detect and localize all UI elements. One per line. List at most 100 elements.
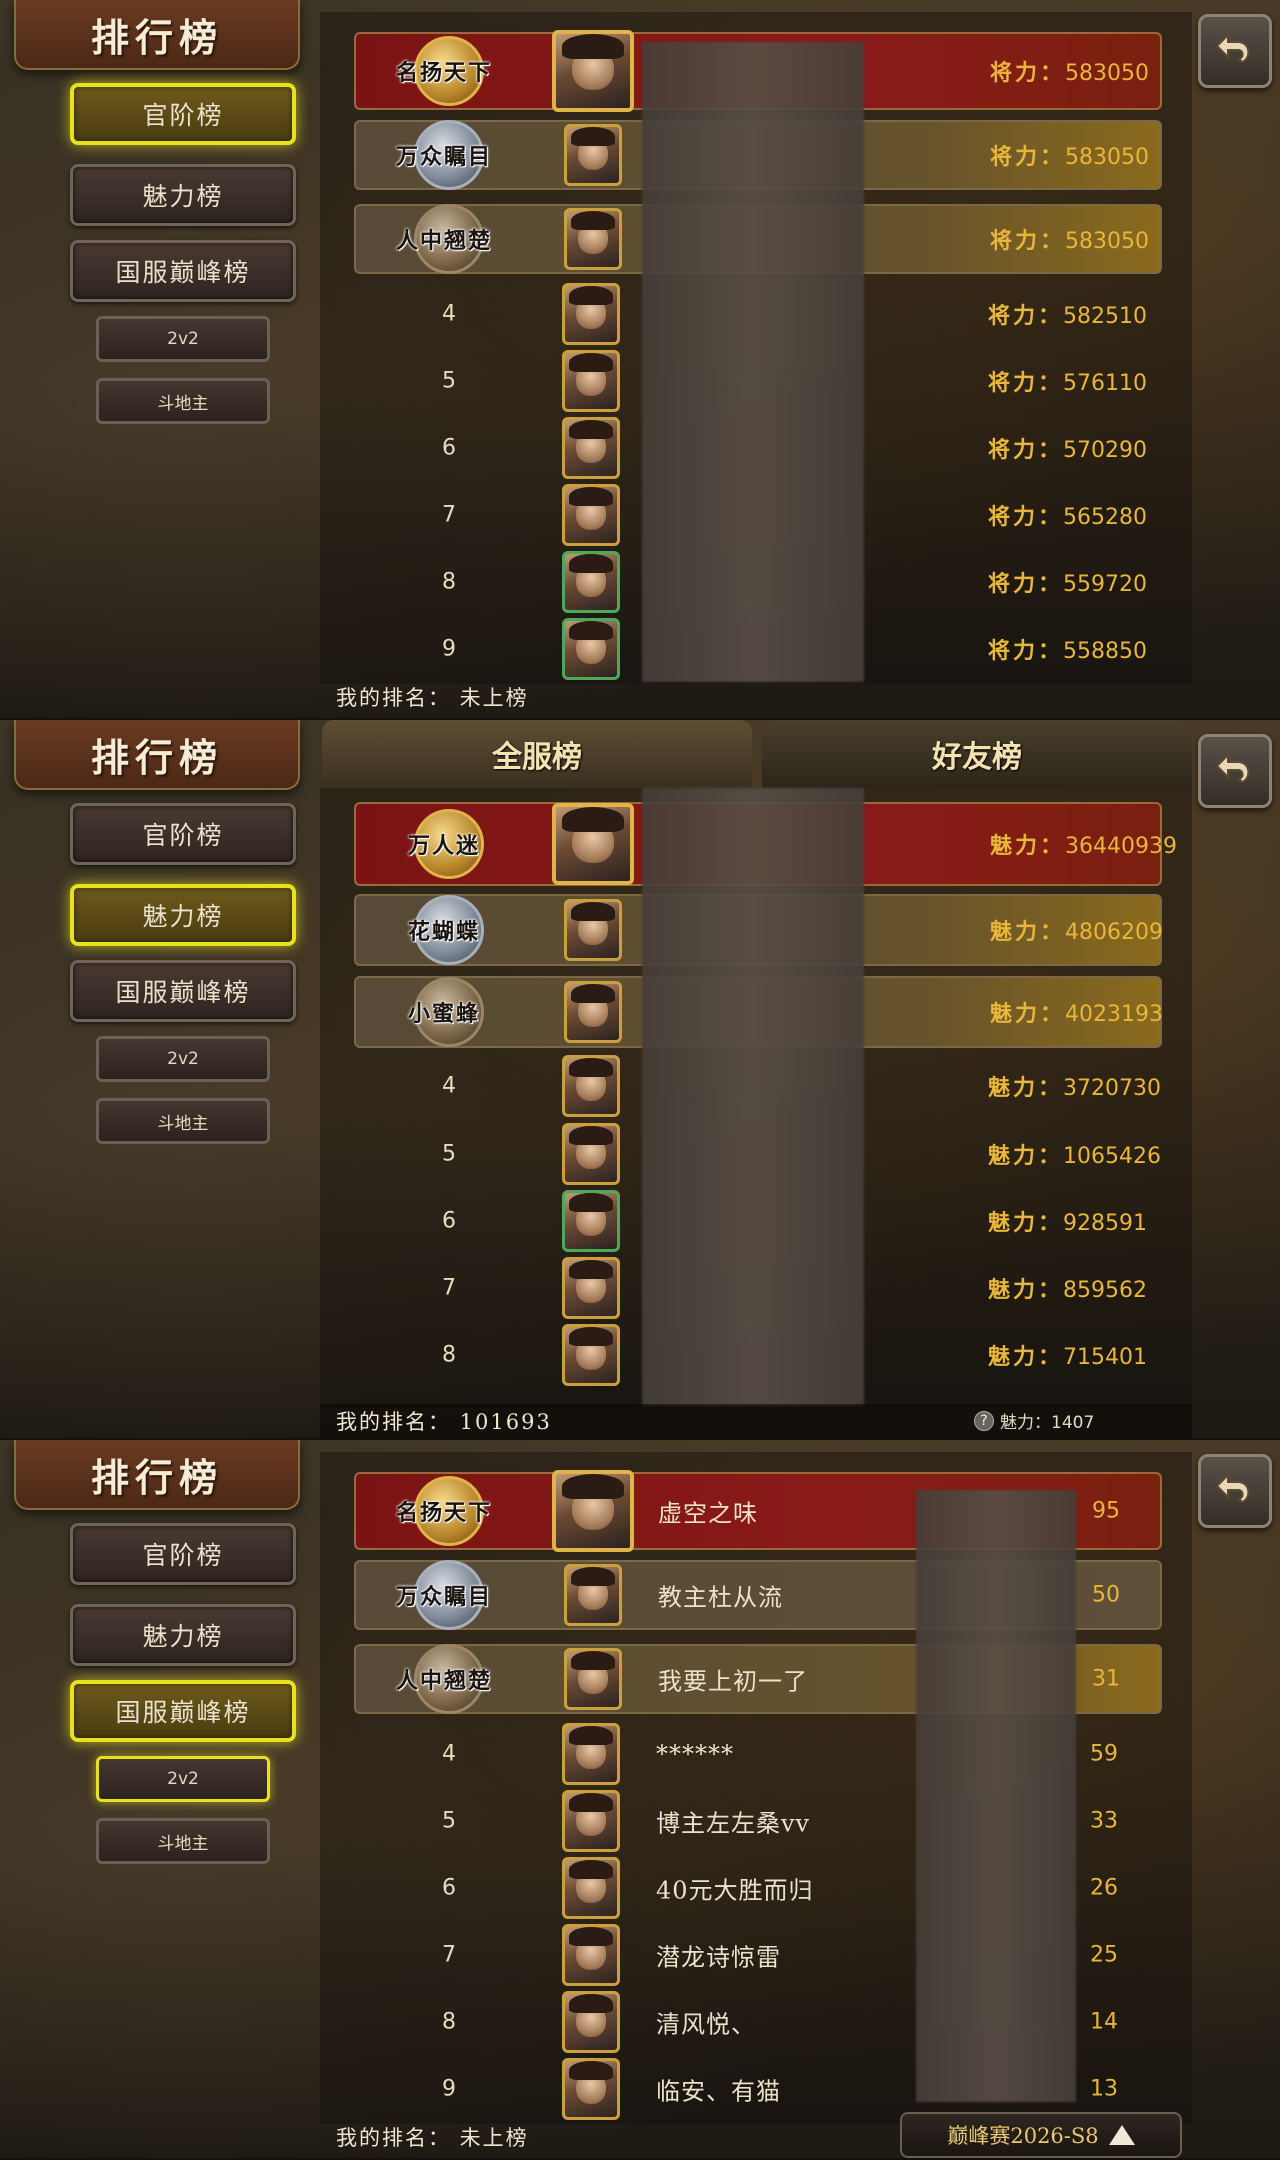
leaderboard-title: 排行榜 [90, 734, 223, 780]
player-avatar[interactable] [562, 1324, 620, 1386]
player-avatar[interactable] [564, 899, 622, 961]
back-button[interactable] [1198, 734, 1272, 808]
sub-2v2-button[interactable]: 2v2 [96, 1756, 270, 1802]
player-avatar[interactable] [562, 618, 620, 680]
rank-list: 名扬天下 虚空之味 95 万众瞩目 教主杜从流 50 人中翘楚 我要上初一了 3… [320, 1452, 1192, 2124]
tab-server[interactable]: 全服榜 [322, 720, 752, 788]
player-avatar[interactable] [562, 2058, 620, 2120]
menu-peak-button[interactable]: 国服巅峰榜 [70, 960, 296, 1022]
sub-2v2-button[interactable]: 2v2 [96, 316, 270, 362]
rank-list: 名扬天下 将力：583050 万众瞩目 将力：583050 人中翘楚 将力：58… [320, 12, 1192, 684]
back-arrow-icon [1215, 752, 1250, 784]
third-place-medal: 人中翘楚 [370, 1644, 518, 1714]
menu-official-button[interactable]: 官阶榜 [70, 803, 296, 865]
menu-charm-button[interactable]: 魅力榜 [70, 884, 296, 946]
first-place-medal: 名扬天下 [370, 1476, 518, 1546]
player-name: 博主左左桑vv [656, 1809, 811, 1838]
name-column-blur [642, 42, 864, 682]
menu-official-button[interactable]: 官阶榜 [70, 1523, 296, 1585]
player-avatar[interactable] [562, 1991, 620, 2053]
score-value: 50 [1092, 1582, 1120, 1608]
score-value: 将力：583050 [990, 228, 1149, 254]
player-avatar[interactable] [564, 124, 622, 186]
player-name: 临安、有猫 [656, 2077, 781, 2106]
my-rank-text: 我的排名： 未上榜 [336, 686, 529, 710]
score-value: 魅力：859562 [988, 1277, 1147, 1303]
charm-tabs: 全服榜 好友榜 [322, 720, 1192, 788]
menu-charm-button[interactable]: 魅力榜 [70, 1604, 296, 1666]
score-value: 魅力：928591 [988, 1210, 1147, 1236]
player-avatar[interactable] [562, 1857, 620, 1919]
rank-number: 8 [442, 2009, 456, 2035]
score-value: 将力：565280 [988, 504, 1147, 530]
rank-number: 7 [442, 502, 456, 528]
peak-rank-panel: 排行榜 官阶榜 魅力榜 国服巅峰榜 2v2 斗地主 名扬天下 虚空之味 95 万… [0, 1440, 1280, 2160]
rank-number: 4 [442, 1741, 456, 1767]
sub-ddz-button[interactable]: 斗地主 [96, 1818, 270, 1864]
player-avatar[interactable] [562, 1190, 620, 1252]
my-rank-text: 我的排名： 未上榜 [336, 2126, 529, 2150]
player-avatar[interactable] [552, 803, 634, 885]
my-rank-text: 我的排名： 101693 [336, 1410, 552, 1434]
season-selector-button[interactable]: 巅峰赛2026-S8 [900, 2112, 1182, 2158]
player-avatar[interactable] [562, 350, 620, 412]
player-avatar[interactable] [552, 30, 634, 112]
player-avatar[interactable] [562, 1723, 620, 1785]
season-label: 巅峰赛2026-S8 [947, 2124, 1099, 2148]
player-avatar[interactable] [562, 1123, 620, 1185]
rank-number: 5 [442, 1808, 456, 1834]
leaderboard-title: 排行榜 [90, 1454, 223, 1500]
player-avatar[interactable] [562, 1924, 620, 1986]
third-place-medal: 人中翘楚 [370, 204, 518, 274]
score-value: 魅力：715401 [988, 1344, 1147, 1370]
sub-ddz-button[interactable]: 斗地主 [96, 378, 270, 424]
name-column-blur [642, 788, 864, 1406]
back-button[interactable] [1198, 1454, 1272, 1528]
rank-number: 6 [442, 435, 456, 461]
score-value: 26 [1090, 1875, 1118, 1901]
score-value: 95 [1092, 1498, 1120, 1524]
player-name: 教主杜从流 [658, 1583, 783, 1612]
official-rank-panel: 排行榜 官阶榜 魅力榜 国服巅峰榜 2v2 斗地主 名扬天下 将力：583050… [0, 0, 1280, 720]
menu-peak-button[interactable]: 国服巅峰榜 [70, 240, 296, 302]
menu-official-button[interactable]: 官阶榜 [70, 83, 296, 145]
player-name: 虚空之味 [658, 1499, 758, 1528]
menu-charm-button[interactable]: 魅力榜 [70, 164, 296, 226]
score-value: 31 [1092, 1666, 1120, 1692]
rank-number: 6 [442, 1208, 456, 1234]
rank-number: 4 [442, 1073, 456, 1099]
leaderboard-title-tab: 排行榜 [14, 1440, 300, 1510]
player-avatar[interactable] [564, 1564, 622, 1626]
rank-number: 8 [442, 1342, 456, 1368]
back-arrow-icon [1215, 1472, 1250, 1504]
score-value: 33 [1090, 1808, 1118, 1834]
player-avatar[interactable] [562, 1257, 620, 1319]
player-avatar[interactable] [564, 208, 622, 270]
first-place-medal: 万人迷 [370, 809, 518, 879]
rank-number: 9 [442, 636, 456, 662]
my-charm-value: 魅力：1407 [1000, 1413, 1095, 1433]
tab-friends[interactable]: 好友榜 [762, 720, 1192, 788]
sub-ddz-button[interactable]: 斗地主 [96, 1098, 270, 1144]
score-value: 13 [1090, 2076, 1118, 2102]
player-avatar[interactable] [562, 1790, 620, 1852]
player-avatar[interactable] [562, 1055, 620, 1117]
player-name: 40元大胜而归 [656, 1876, 814, 1905]
score-value: 魅力：4023193 [990, 1001, 1163, 1027]
player-avatar[interactable] [564, 1648, 622, 1710]
question-icon[interactable]: ? [974, 1410, 994, 1431]
player-avatar[interactable] [562, 417, 620, 479]
back-button[interactable] [1198, 14, 1272, 88]
my-charm: ? 魅力：1407 [974, 1408, 1094, 1433]
score-value: 将力：583050 [990, 144, 1149, 170]
score-value: 将力：570290 [988, 437, 1147, 463]
player-avatar[interactable] [564, 981, 622, 1043]
menu-peak-button[interactable]: 国服巅峰榜 [70, 1680, 296, 1742]
player-avatar[interactable] [562, 484, 620, 546]
first-place-medal: 名扬天下 [370, 36, 518, 106]
score-value: 14 [1090, 2009, 1118, 2035]
player-avatar[interactable] [552, 1470, 634, 1552]
player-avatar[interactable] [562, 551, 620, 613]
player-avatar[interactable] [562, 283, 620, 345]
sub-2v2-button[interactable]: 2v2 [96, 1036, 270, 1082]
